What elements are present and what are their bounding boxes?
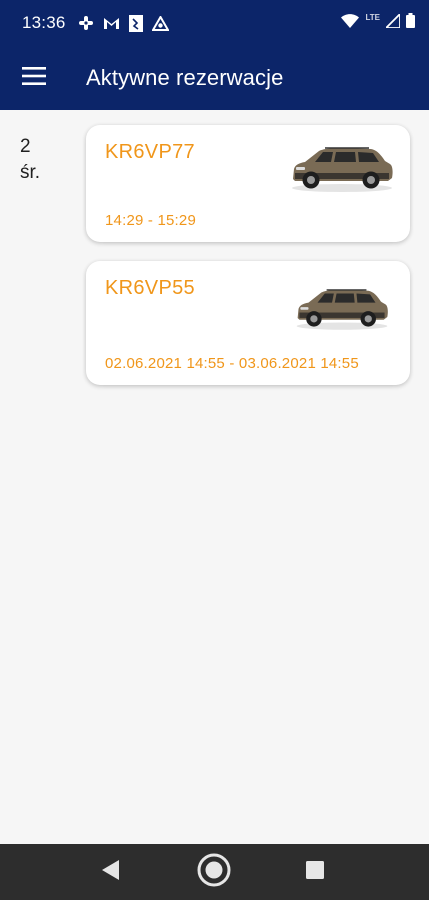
recents-button[interactable] [305,860,325,884]
signal-icon [383,11,401,33]
car-icon [294,285,390,336]
gmail-icon [103,16,120,30]
back-icon [102,859,120,885]
page-title: Aktywne rezerwacje [86,65,284,90]
license-plate: KR6VP77 [105,141,195,163]
app-bar: Aktywne rezerwacje [0,46,429,110]
sim-toolkit-icon [128,14,143,32]
weekday-label: śr. [20,162,41,183]
license-plate: KR6VP55 [105,277,195,299]
hamburger-menu-icon [22,66,46,90]
day-number: 2 [20,136,31,157]
reservation-time: 02.06.2021 14:55 - 03.06.2021 14:55 [105,355,359,372]
wifi-icon [341,13,360,33]
recycle-icon [151,15,169,31]
status-time: 13:36 [22,13,66,32]
system-icons: LTE [341,11,415,33]
day-group-date: 2 śr. [20,134,60,186]
system-nav-bar [0,844,429,900]
notification-icons [78,14,169,32]
recents-icon [306,860,324,884]
reservations-list: 2 śr. KR6VP77 14:29 - 15:29 KR6VP55 02.0… [0,110,429,844]
home-icon [197,853,231,892]
home-button[interactable] [197,853,231,892]
status-bar: 13:36 LTE [0,0,429,46]
menu-button[interactable] [0,46,68,110]
reservation-card[interactable]: KR6VP55 02.06.2021 14:55 - 03.06.2021 14… [86,261,410,385]
car-icon [289,143,395,198]
reservation-time: 14:29 - 15:29 [105,212,197,229]
network-type-label: LTE [365,12,380,22]
back-button[interactable] [98,859,124,885]
hashtag-icon [78,15,94,31]
battery-icon [406,13,415,33]
reservation-card[interactable]: KR6VP77 14:29 - 15:29 [86,125,410,242]
